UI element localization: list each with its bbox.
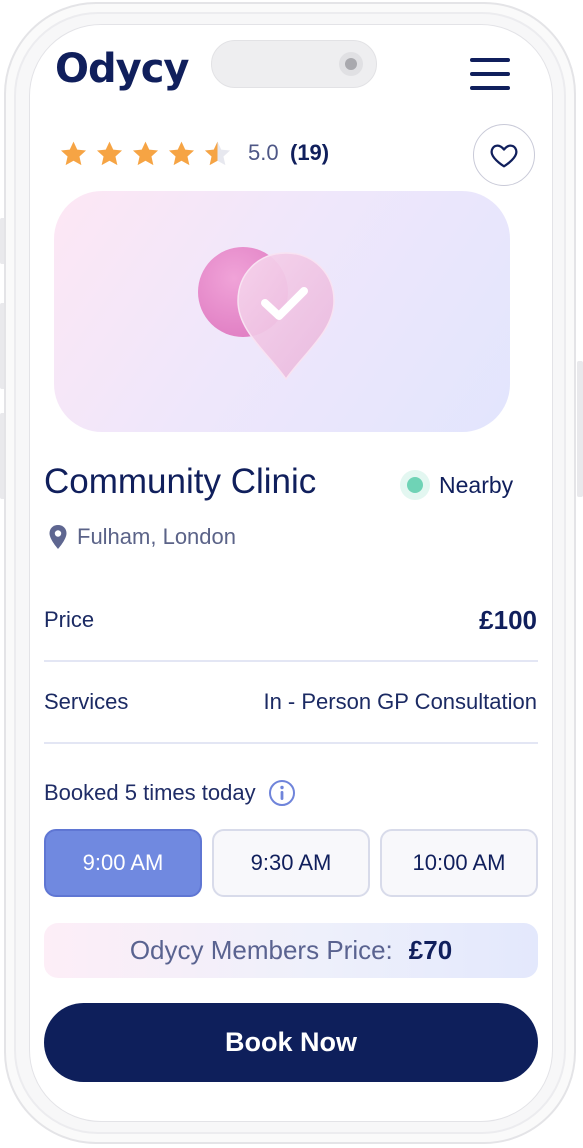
clinic-location: Fulham, London	[48, 524, 236, 550]
services-value: In - Person GP Consultation	[263, 689, 537, 714]
services-label: Services	[44, 689, 129, 714]
time-slot-list: 9:00 AM 9:30 AM 10:00 AM	[44, 829, 538, 897]
status-dot-icon	[400, 470, 430, 500]
info-icon[interactable]	[268, 779, 296, 807]
star-icon	[132, 141, 159, 166]
time-slot-button[interactable]: 9:00 AM	[44, 829, 202, 897]
price-label: Price	[44, 607, 95, 632]
star-icon	[96, 141, 123, 166]
members-price-label: Odycy Members Price:	[129, 935, 393, 965]
members-price-value: £70	[408, 935, 453, 965]
camera-icon	[339, 52, 363, 76]
price-value: £100	[479, 605, 537, 635]
clinic-hero-image	[54, 191, 510, 432]
nearby-badge: Nearby	[400, 470, 513, 500]
divider	[44, 742, 538, 744]
review-count[interactable]: (19)	[290, 140, 329, 166]
members-price-banner: Odycy Members Price: £70	[44, 923, 538, 978]
nearby-label: Nearby	[439, 471, 514, 498]
power-button	[577, 361, 583, 497]
map-pin-icon	[49, 525, 67, 549]
location-text: Fulham, London	[77, 524, 236, 549]
booked-count: Booked 5 times today	[44, 779, 296, 807]
dynamic-island	[211, 40, 377, 88]
booked-text: Booked 5 times today	[44, 780, 256, 805]
time-slot-button[interactable]: 9:30 AM	[212, 829, 370, 897]
star-icon	[60, 141, 87, 166]
rating-stars	[58, 139, 233, 170]
half-star-icon	[204, 141, 231, 166]
time-slot-button[interactable]: 10:00 AM	[380, 829, 538, 897]
divider	[44, 660, 538, 662]
clinic-name: Community Clinic	[44, 462, 317, 501]
book-now-button[interactable]: Book Now	[44, 1003, 538, 1082]
heart-icon	[490, 144, 518, 168]
hamburger-menu-icon[interactable]	[468, 58, 512, 92]
favorite-button[interactable]	[473, 124, 535, 186]
rating-value: 5.0	[248, 140, 279, 165]
brand-logo[interactable]: Odycy	[55, 46, 189, 92]
check-location-pin-icon	[198, 247, 335, 381]
star-icon	[168, 141, 195, 166]
